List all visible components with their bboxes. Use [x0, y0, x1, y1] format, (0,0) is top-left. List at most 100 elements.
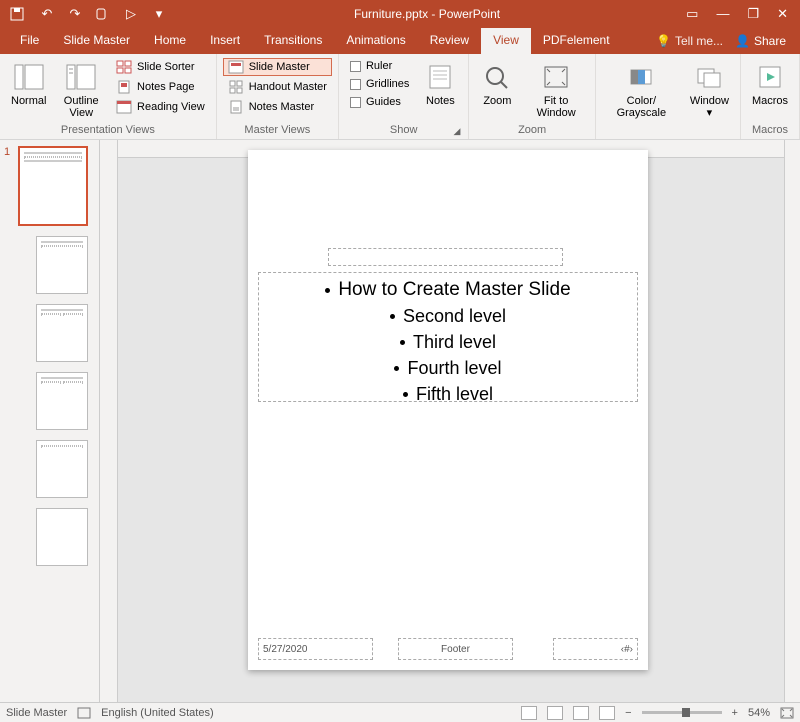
group-label-master-views: Master Views [223, 122, 332, 139]
zoom-in-button[interactable]: + [732, 707, 738, 719]
notes-master-button[interactable]: Notes Master [223, 98, 332, 116]
tab-insert[interactable]: Insert [198, 28, 252, 54]
save-icon[interactable] [10, 7, 28, 21]
window-label: Window▾ [690, 95, 729, 119]
layout-thumbnail[interactable] [36, 304, 88, 362]
slide-thumbnail-pane[interactable]: 1 [0, 140, 100, 702]
window-button[interactable]: Window▾ [685, 58, 734, 122]
content-level-3: Third level [413, 329, 496, 355]
close-icon[interactable]: ✕ [777, 6, 788, 22]
touch-mode-icon[interactable] [94, 7, 112, 21]
macros-icon [753, 61, 787, 93]
fit-to-window-icon [539, 61, 573, 93]
ribbon-display-options-icon[interactable]: ▭ [686, 6, 698, 22]
slide-master-button[interactable]: Slide Master [223, 58, 332, 76]
color-grayscale-icon [624, 61, 658, 93]
layout-thumbnail[interactable] [36, 508, 88, 566]
zoom-slider[interactable] [642, 711, 722, 714]
bullet-icon [325, 288, 330, 293]
handout-master-button[interactable]: Handout Master [223, 78, 332, 96]
slide-number-placeholder[interactable]: ‹#› [553, 638, 638, 660]
work-area: 1 How to Create Master Slide Second leve… [0, 140, 800, 702]
tab-review[interactable]: Review [418, 28, 481, 54]
layout-thumbnail[interactable] [36, 440, 88, 498]
title-bar: ↶ ↷ ▷ ▾ Furniture.pptx - PowerPoint ▭ — … [0, 0, 800, 28]
group-master-views: Slide Master Handout Master Notes Master… [217, 54, 339, 139]
redo-icon[interactable]: ↷ [66, 6, 84, 22]
share-label: Share [754, 34, 786, 48]
sorter-view-status-button[interactable] [547, 706, 563, 720]
checkbox-icon [350, 79, 361, 90]
tab-transitions[interactable]: Transitions [252, 28, 334, 54]
reading-view-button[interactable]: Reading View [111, 98, 210, 116]
macros-label: Macros [752, 95, 788, 107]
minimize-icon[interactable]: — [716, 6, 729, 22]
fit-to-window-status-button[interactable] [780, 707, 794, 719]
layout-thumbnail[interactable] [36, 236, 88, 294]
footer-placeholder[interactable]: Footer [398, 638, 513, 660]
slide-sorter-button[interactable]: Slide Sorter [111, 58, 210, 76]
layout-thumbnail[interactable] [36, 372, 88, 430]
content-placeholder[interactable]: How to Create Master Slide Second level … [258, 272, 638, 402]
zoom-button[interactable]: Zoom [475, 58, 519, 110]
bullet-icon [400, 340, 405, 345]
date-placeholder[interactable]: 5/27/2020 [258, 638, 373, 660]
macros-button[interactable]: Macros [747, 58, 793, 110]
vertical-scrollbar[interactable] [784, 140, 800, 702]
notes-button[interactable]: Notes [418, 58, 462, 110]
start-from-beginning-icon[interactable]: ▷ [122, 6, 140, 22]
zoom-icon [480, 61, 514, 93]
color-grayscale-button[interactable]: Color/ Grayscale [602, 58, 681, 122]
slide-sorter-label: Slide Sorter [137, 61, 194, 73]
outline-view-icon [64, 61, 98, 93]
outline-view-button[interactable]: Outline View [55, 58, 107, 122]
accessibility-icon[interactable] [77, 707, 91, 719]
content-level-4: Fourth level [407, 355, 501, 381]
tab-view[interactable]: View [481, 28, 531, 54]
tab-slide-master[interactable]: Slide Master [51, 28, 142, 54]
ruler-checkbox[interactable]: Ruler [345, 58, 414, 74]
guides-checkbox[interactable]: Guides [345, 94, 414, 110]
handout-master-label: Handout Master [249, 81, 327, 93]
tab-animations[interactable]: Animations [334, 28, 417, 54]
title-placeholder[interactable] [328, 248, 563, 266]
slide-canvas-area[interactable]: How to Create Master Slide Second level … [118, 140, 784, 702]
lightbulb-icon: 💡 [656, 34, 671, 48]
vertical-ruler [100, 140, 118, 702]
dialog-launcher-icon[interactable]: ◢ [453, 126, 460, 137]
slide-master-label: Slide Master [249, 61, 310, 73]
slideshow-view-status-button[interactable] [599, 706, 615, 720]
slide-master-icon [228, 60, 244, 74]
normal-view-button[interactable]: Normal [6, 58, 51, 110]
status-language[interactable]: English (United States) [101, 707, 214, 719]
group-label-macros: Macros [747, 122, 793, 139]
zoom-handle[interactable] [682, 708, 690, 717]
notes-page-button[interactable]: Notes Page [111, 78, 210, 96]
fit-to-window-button[interactable]: Fit to Window [523, 58, 589, 122]
color-grayscale-label: Color/ Grayscale [607, 95, 676, 119]
group-presentation-views: Normal Outline View Slide Sorter Notes P… [0, 54, 217, 139]
zoom-label: Zoom [483, 95, 511, 107]
reading-view-status-button[interactable] [573, 706, 589, 720]
handout-master-icon [228, 80, 244, 94]
notes-label: Notes [426, 95, 455, 107]
tab-home[interactable]: Home [142, 28, 198, 54]
undo-icon[interactable]: ↶ [38, 6, 56, 22]
zoom-level[interactable]: 54% [748, 707, 770, 719]
tell-me[interactable]: 💡Tell me... [656, 34, 723, 48]
qat-more-icon[interactable]: ▾ [150, 6, 168, 22]
master-thumbnail[interactable] [18, 146, 88, 226]
checkbox-icon [350, 97, 361, 108]
share-icon: 👤 [735, 34, 750, 48]
normal-view-status-button[interactable] [521, 706, 537, 720]
group-label-show: Show◢ [345, 122, 462, 139]
guides-label: Guides [366, 96, 401, 108]
zoom-out-button[interactable]: − [625, 707, 631, 719]
tab-pdfelement[interactable]: PDFelement [531, 28, 622, 54]
tab-file[interactable]: File [8, 28, 51, 54]
slide-master-canvas[interactable]: How to Create Master Slide Second level … [248, 150, 648, 670]
group-show: Ruler Gridlines Guides Notes Show◢ [339, 54, 469, 139]
share-button[interactable]: 👤 Share [735, 34, 786, 48]
restore-icon[interactable]: ❐ [747, 6, 759, 22]
gridlines-checkbox[interactable]: Gridlines [345, 76, 414, 92]
